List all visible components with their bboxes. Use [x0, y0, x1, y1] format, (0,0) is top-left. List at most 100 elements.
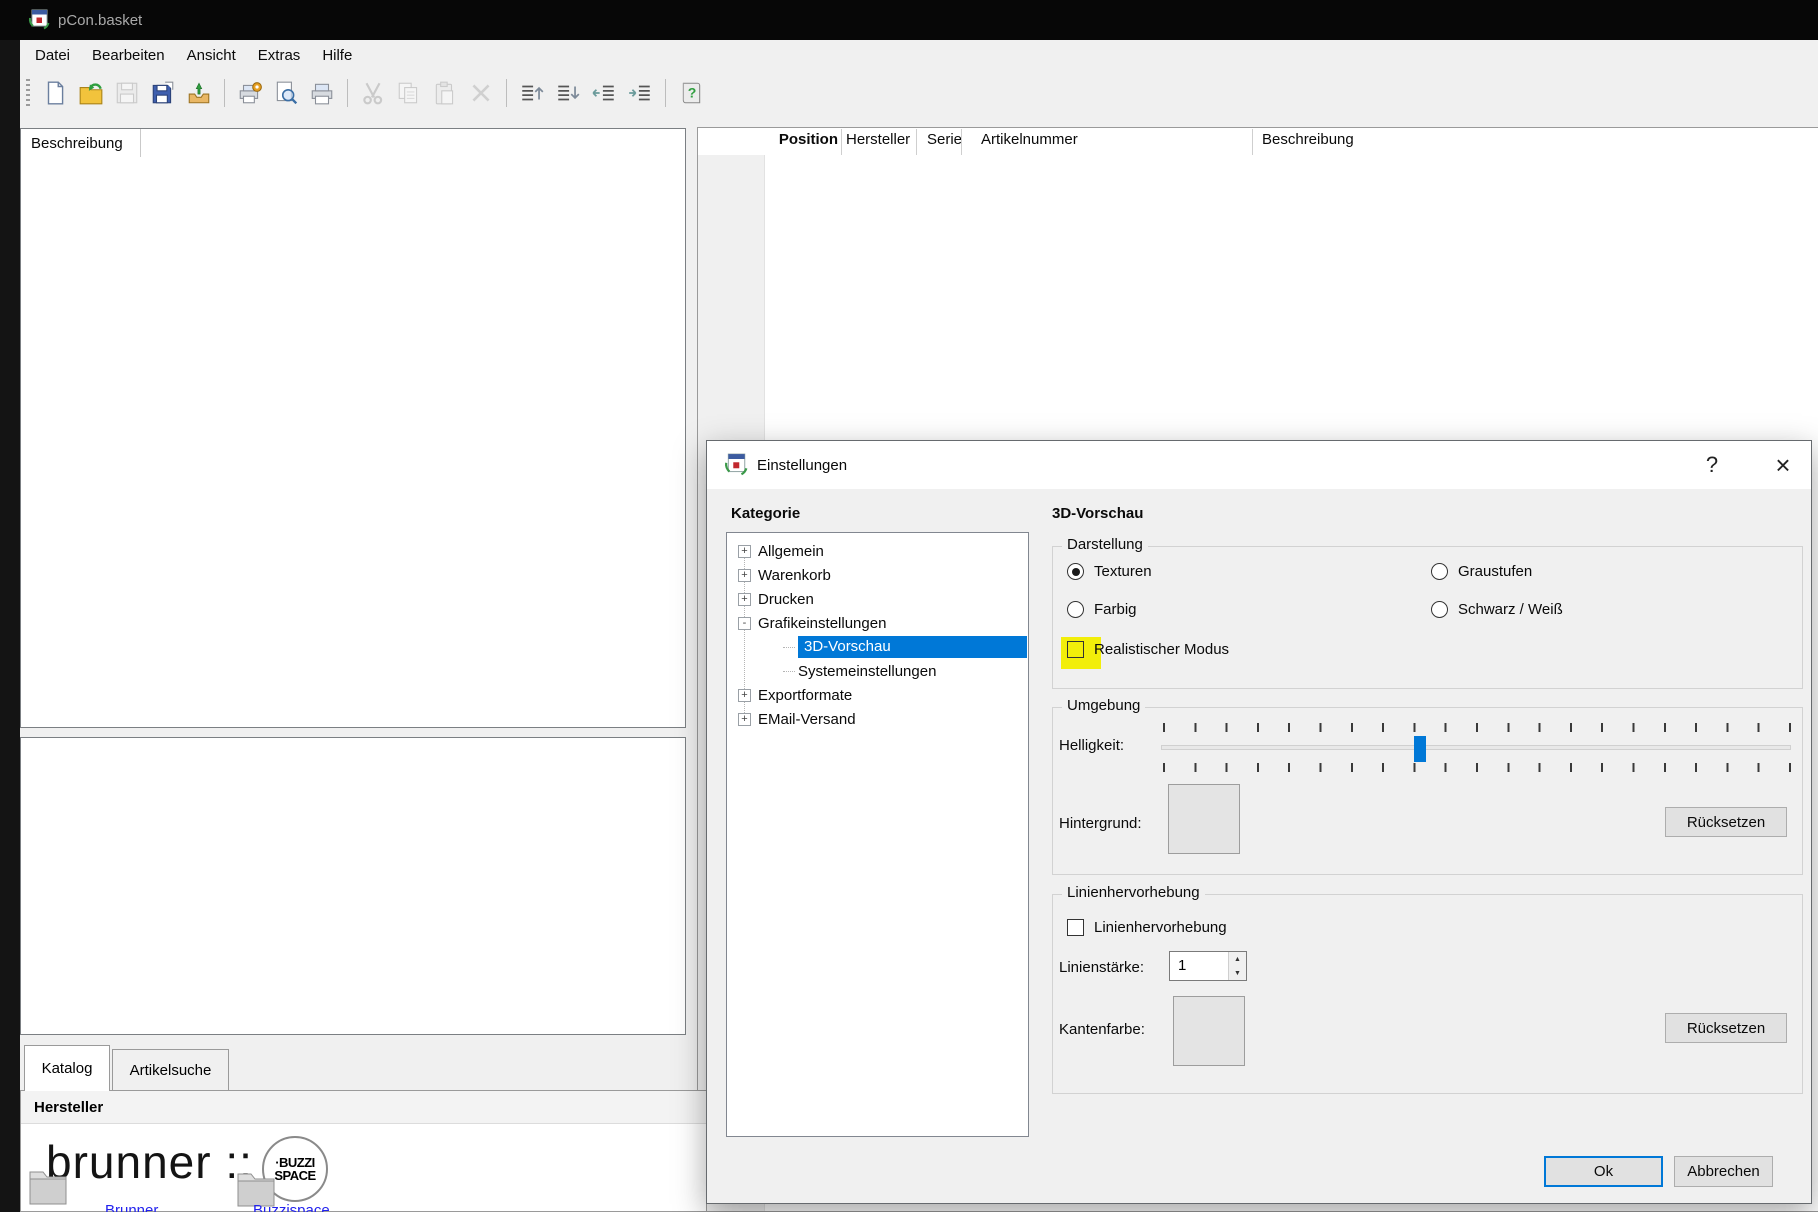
radio-schwarz-weiss[interactable]: Schwarz / Weiß — [1431, 601, 1563, 618]
edge-color-swatch[interactable] — [1173, 996, 1245, 1066]
column-divider — [961, 129, 962, 155]
tree-item-systemeinstellungen[interactable]: Systemeinstellungen — [727, 659, 1028, 683]
column-header-serie[interactable]: Serie — [927, 131, 962, 148]
darstellung-legend: Darstellung — [1062, 536, 1148, 553]
print-preview-icon[interactable] — [271, 78, 301, 108]
description-panel-header: Beschreibung — [21, 129, 685, 157]
toolbar: ? — [20, 70, 1818, 115]
move-up-icon[interactable] — [517, 78, 547, 108]
radio-farbig[interactable]: Farbig — [1067, 601, 1137, 618]
expand-icon[interactable]: + — [738, 593, 751, 606]
move-down-icon[interactable] — [553, 78, 583, 108]
dialog-title: Einstellungen — [757, 457, 847, 474]
indent-icon[interactable] — [625, 78, 655, 108]
save-icon[interactable] — [112, 78, 142, 108]
screen: pCon.basket Datei Bearbeiten Ansicht Ext… — [0, 0, 1818, 1212]
dialog-help-button[interactable]: ? — [1690, 447, 1734, 483]
tree-stub — [783, 671, 795, 672]
brightness-slider-thumb[interactable] — [1414, 736, 1426, 762]
menu-hilfe[interactable]: Hilfe — [311, 43, 363, 68]
checkbox-linienhervorhebung[interactable]: Linienhervorhebung — [1067, 919, 1227, 936]
radio-graustufen[interactable]: Graustufen — [1431, 563, 1532, 580]
brunner-logo[interactable]: brunner :: — [46, 1135, 253, 1189]
column-header-beschreibung[interactable]: Beschreibung — [1262, 131, 1354, 148]
print-settings-icon[interactable] — [235, 78, 265, 108]
menu-extras[interactable]: Extras — [247, 43, 312, 68]
column-header-position[interactable]: Position — [772, 131, 838, 148]
new-document-icon[interactable] — [40, 78, 70, 108]
delete-icon[interactable] — [466, 78, 496, 108]
help-icon[interactable]: ? — [676, 78, 706, 108]
radio-button[interactable] — [1431, 563, 1448, 580]
settings-dialog: Einstellungen ? × Kategorie +Allgemein +… — [706, 440, 1812, 1204]
cancel-button[interactable]: Abbrechen — [1674, 1156, 1773, 1187]
column-header-artikelnummer[interactable]: Artikelnummer — [981, 131, 1078, 148]
import-icon[interactable] — [184, 78, 214, 108]
tree-item-grafikeinstellungen[interactable]: -Grafikeinstellungen — [727, 611, 1028, 635]
slider-track[interactable] — [1161, 745, 1791, 750]
buzzispace-logo-line2: SPACE — [274, 1169, 315, 1182]
brunner-link[interactable]: Brunner — [105, 1202, 158, 1212]
folder-icon[interactable] — [28, 1164, 68, 1211]
ok-button[interactable]: Ok — [1544, 1156, 1663, 1187]
tab-artikelsuche[interactable]: Artikelsuche — [112, 1049, 229, 1091]
edgecolor-label: Kantenfarbe: — [1059, 1021, 1145, 1038]
outdent-icon[interactable] — [589, 78, 619, 108]
spinner-up-icon[interactable]: ▲ — [1229, 952, 1246, 966]
reset-lines-button[interactable]: Rücksetzen — [1665, 1013, 1787, 1043]
save-as-icon[interactable] — [148, 78, 178, 108]
svg-text:?: ? — [688, 84, 697, 100]
copy-icon[interactable] — [394, 78, 424, 108]
print-icon[interactable] — [307, 78, 337, 108]
radio-button[interactable] — [1067, 563, 1084, 580]
toolbar-separator — [224, 79, 225, 107]
menu-ansicht[interactable]: Ansicht — [176, 43, 247, 68]
menu-bar: Datei Bearbeiten Ansicht Extras Hilfe — [20, 40, 1818, 70]
description-header-label[interactable]: Beschreibung — [21, 135, 140, 152]
expand-icon[interactable]: + — [738, 545, 751, 558]
linewidth-label: Linienstärke: — [1059, 959, 1144, 976]
open-icon[interactable] — [76, 78, 106, 108]
collapse-icon[interactable]: - — [738, 617, 751, 630]
umgebung-legend: Umgebung — [1062, 697, 1145, 714]
close-icon[interactable]: × — [1761, 447, 1805, 483]
tab-katalog[interactable]: Katalog — [24, 1045, 110, 1091]
expand-icon[interactable]: + — [738, 689, 751, 702]
radio-texturen[interactable]: Texturen — [1067, 563, 1152, 580]
tree-item-allgemein[interactable]: +Allgemein — [727, 539, 1028, 563]
checkbox[interactable] — [1067, 919, 1084, 936]
tree-item-3d-vorschau[interactable]: 3D-Vorschau — [727, 635, 1028, 659]
column-divider — [916, 129, 917, 155]
menu-bearbeiten[interactable]: Bearbeiten — [81, 43, 176, 68]
expand-icon[interactable]: + — [738, 713, 751, 726]
tree-item-warenkorb[interactable]: +Warenkorb — [727, 563, 1028, 587]
slider-ticks-bottom — [1163, 763, 1791, 772]
checkbox[interactable] — [1067, 641, 1084, 658]
slider-ticks-top — [1163, 723, 1791, 732]
buzzispace-link[interactable]: Buzzispace — [253, 1202, 330, 1212]
cut-icon[interactable] — [358, 78, 388, 108]
menu-datei[interactable]: Datei — [24, 43, 81, 68]
tree-item-email-versand[interactable]: +EMail-Versand — [727, 707, 1028, 731]
pcon-dialog-icon — [724, 453, 748, 477]
window-title: pCon.basket — [58, 12, 142, 29]
column-header-hersteller[interactable]: Hersteller — [846, 131, 910, 148]
reset-environment-button[interactable]: Rücksetzen — [1665, 807, 1787, 837]
manufacturer-header-label: Hersteller — [21, 1099, 103, 1116]
dialog-titlebar: Einstellungen — [707, 441, 1811, 489]
pcon-app-icon — [28, 9, 50, 31]
background-color-swatch[interactable] — [1168, 784, 1240, 854]
brightness-slider[interactable] — [1161, 717, 1793, 773]
linewidth-spinner[interactable]: 1 ▲▼ — [1169, 951, 1247, 981]
linewidth-value[interactable]: 1 — [1170, 952, 1228, 980]
toolbar-separator — [347, 79, 348, 107]
radio-button[interactable] — [1067, 601, 1084, 618]
paste-icon[interactable] — [430, 78, 460, 108]
tree-item-drucken[interactable]: +Drucken — [727, 587, 1028, 611]
spinner-down-icon[interactable]: ▼ — [1229, 966, 1246, 980]
tree-item-exportformate[interactable]: +Exportformate — [727, 683, 1028, 707]
radio-button[interactable] — [1431, 601, 1448, 618]
checkbox-realistischer-modus[interactable]: Realistischer Modus — [1067, 641, 1229, 658]
expand-icon[interactable]: + — [738, 569, 751, 582]
category-label: Kategorie — [731, 505, 800, 522]
